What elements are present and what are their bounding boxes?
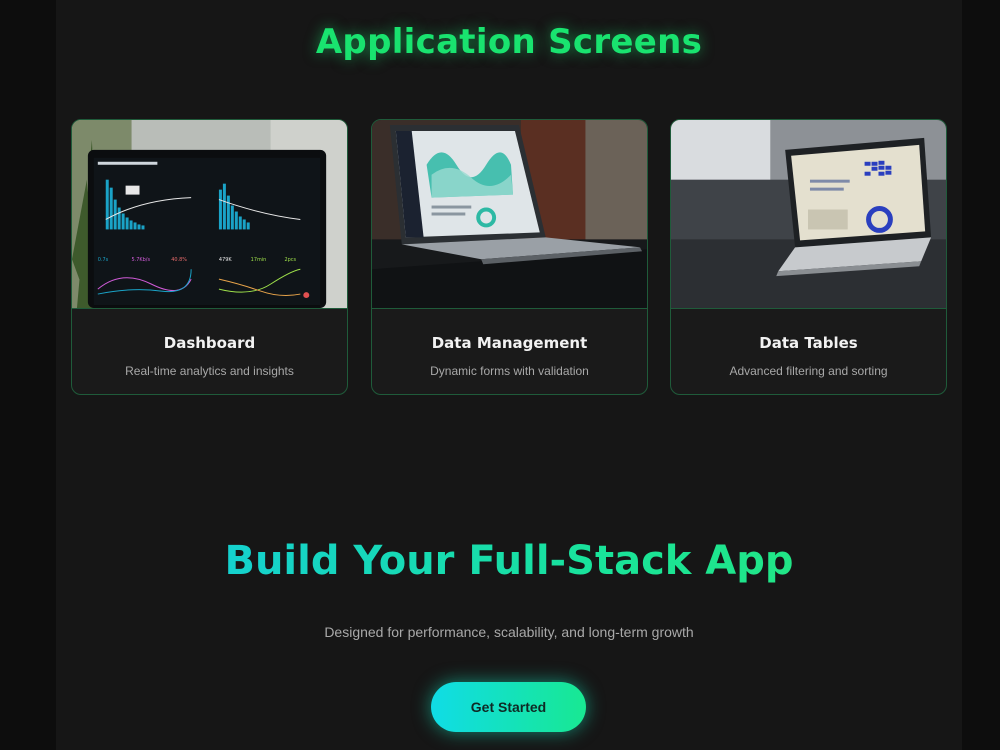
card-title: Dashboard [163, 334, 256, 352]
card-description: Real-time analytics and insights [125, 364, 294, 378]
screens-gallery: 0.7s 5.7Kb/s 40.8% 479K 17min 2pcs Dashb… [71, 119, 948, 395]
page-container: Application Screens 0.7s 5.7Kb/s 40.8% 4… [56, 0, 962, 750]
hero-title: Build Your Full-Stack App [56, 538, 962, 584]
laptop-on-sofa-image [671, 120, 946, 309]
card-description: Advanced filtering and sorting [729, 364, 888, 378]
svg-text:5.7Kb/s: 5.7Kb/s [132, 257, 151, 263]
laptop-screenshot-image [372, 120, 647, 309]
get-started-button[interactable]: Get Started [431, 682, 586, 732]
dashboard-screenshot-image: 0.7s 5.7Kb/s 40.8% 479K 17min 2pcs [72, 120, 347, 309]
svg-text:479K: 479K [219, 257, 232, 263]
svg-text:2pcs: 2pcs [284, 257, 296, 263]
card-description: Dynamic forms with validation [430, 364, 589, 378]
hero-subtitle: Designed for performance, scalability, a… [324, 624, 694, 640]
section-title: Application Screens [315, 22, 703, 62]
screen-card-data-management[interactable]: Data Management Dynamic forms with valid… [371, 119, 648, 395]
screen-card-dashboard[interactable]: 0.7s 5.7Kb/s 40.8% 479K 17min 2pcs Dashb… [71, 119, 348, 395]
card-title: Data Management [431, 334, 588, 352]
svg-text:17min: 17min [251, 257, 267, 263]
svg-text:0.7s: 0.7s [98, 257, 109, 263]
svg-text:40.8%: 40.8% [171, 257, 187, 263]
screen-card-data-tables[interactable]: Data Tables Advanced filtering and sorti… [670, 119, 947, 395]
card-title: Data Tables [759, 334, 858, 352]
